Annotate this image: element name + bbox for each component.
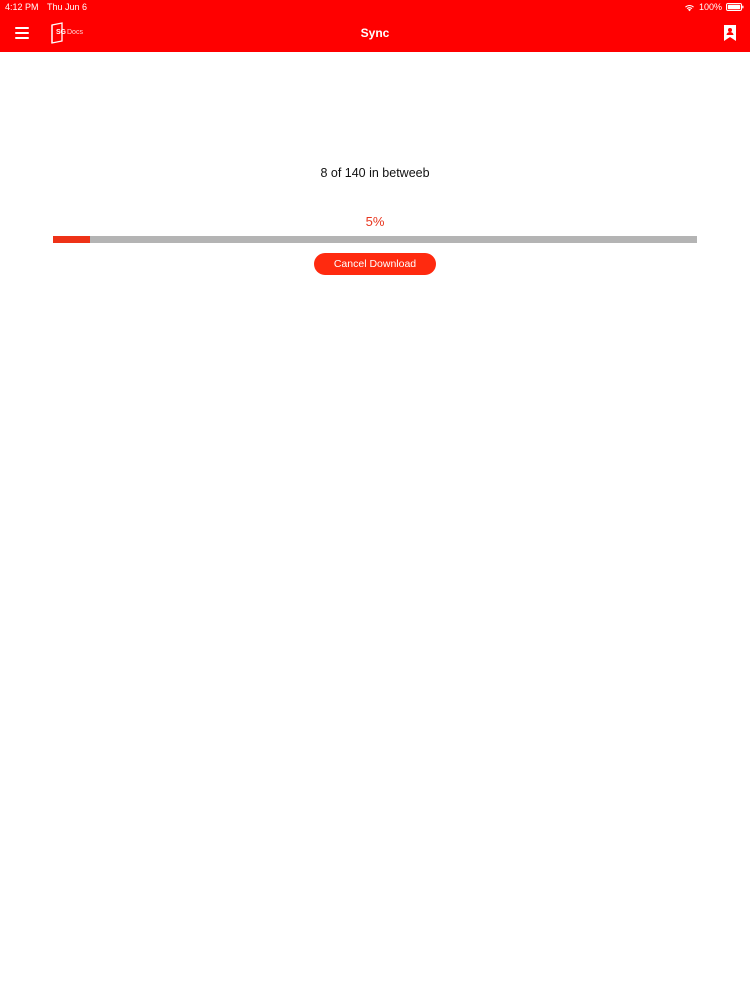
hamburger-icon-line [15,37,29,39]
page-title: Sync [360,26,390,40]
progress-bar-fill [53,236,91,243]
logo-text-secondary: Docs [67,29,83,36]
battery-icon [726,3,744,11]
navigation-bar: SG Docs Sync [0,14,750,52]
sync-screen: 4:12 PM Thu Jun 6 100% SG Docs Sync 8 of… [0,0,750,1000]
status-time: 4:12 PM [5,2,39,12]
hamburger-icon-line [15,32,29,34]
status-bar: 4:12 PM Thu Jun 6 100% [0,0,750,14]
bookmark-user-icon [724,25,736,41]
bookmark-button[interactable] [722,24,738,42]
status-indicators: 100% [684,0,744,14]
sg-docs-logo: SG Docs [50,22,90,44]
hamburger-icon-line [15,27,29,29]
status-date: Thu Jun 6 [47,2,88,12]
battery-percent: 100% [698,2,722,12]
progress-percent: 5% [365,214,385,229]
wifi-icon [685,4,694,11]
cancel-download-button[interactable]: Cancel Download [314,253,436,275]
menu-button[interactable] [12,23,32,43]
logo-text-primary: SG [56,29,66,36]
sync-status-text: 8 of 140 in betweeb [320,166,430,180]
progress-bar [53,236,697,243]
